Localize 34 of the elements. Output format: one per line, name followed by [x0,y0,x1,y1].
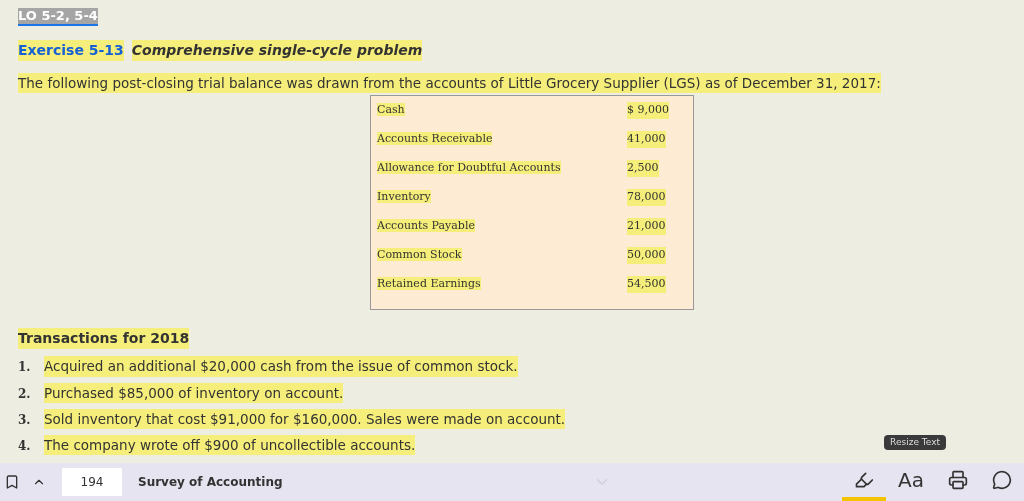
list-number: 4. [18,438,32,455]
quote-icon [992,470,1012,490]
intro-text: The following post-closing trial balance was drawn from the accounts of Little Grocery Supplier (LGS) as of December 31, 2017: [18,73,881,94]
account-amount: 78,000 [627,189,666,206]
list-number: 3. [18,411,32,429]
highlighter-icon [854,470,875,490]
book-title: Survey of Accounting [138,474,283,491]
print-icon [948,470,968,490]
transaction-text: Acquired an additional $20,000 cash from the issue of common stock. [44,356,518,377]
tooltip: Resize Text [884,434,946,450]
transaction-text: Purchased $85,000 of inventory on account. [44,382,344,403]
account-name: Retained Earnings [377,277,481,291]
list-number: 1. [18,359,32,377]
transactions-heading: Transactions for 2018 [18,328,190,350]
page-number-field[interactable]: 194 [62,468,122,496]
account-name: Cash [377,103,405,117]
account-name: Inventory [377,190,431,204]
resize-text-button[interactable]: Aa [886,463,936,501]
account-amount: 50,000 [627,247,666,264]
exercise-title: Comprehensive single-cycle problem [131,40,423,61]
transaction-text: The company wrote off $900 of uncollectible accounts. [44,435,416,456]
bookmark-icon [4,474,20,490]
transaction-text: Sold inventory that cost $91,000 for $160,000. Sales were made on account. [44,408,566,429]
list-number: 2. [18,385,32,403]
account-name: Common Stock [377,248,462,262]
exercise-number: Exercise 5-13 [18,40,124,61]
account-amount: 21,000 [627,218,666,235]
account-name: Allowance for Doubtful Accounts [377,161,561,175]
account-amount: $ 9,000 [627,102,669,119]
account-amount: 41,000 [627,131,666,148]
account-amount: 54,500 [627,276,666,293]
account-amount: 2,500 [627,160,659,177]
account-name: Accounts Receivable [377,132,493,146]
account-name: Accounts Payable [377,219,475,233]
